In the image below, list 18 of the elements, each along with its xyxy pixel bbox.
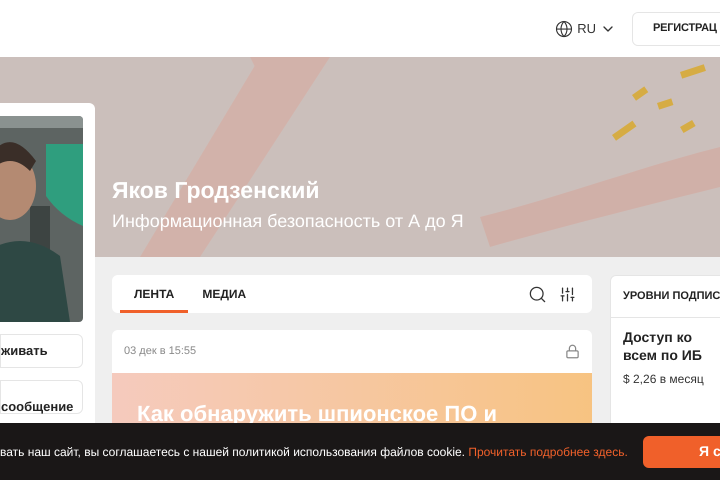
cookie-notice: вать наш сайт, вы соглашаетесь с нашей политикой использования файлов cookie. Прочитать подробнее здесь. xyxy=(0,444,628,460)
tier-price: $ 2,26 в месяц xyxy=(623,371,705,388)
cookie-policy-link[interactable]: Прочитать подробнее здесь. xyxy=(468,444,628,458)
message-button[interactable]: сообщение xyxy=(0,380,83,414)
tab[interactable]: ЛЕНТА xyxy=(120,275,188,313)
filter-icon[interactable] xyxy=(559,286,576,302)
register-button[interactable]: РЕГИСТРАЦ xyxy=(632,12,720,46)
subscription-title: УРОВНИ ПОДПИС xyxy=(611,276,720,318)
author-name: Яков Гродзенский xyxy=(112,179,321,202)
author-tagline: Информационная безопасность от А до Я xyxy=(112,212,464,230)
search-icon[interactable] xyxy=(528,284,547,304)
post-date: 03 дек в 15:55 xyxy=(124,344,196,360)
language-selector[interactable]: RU xyxy=(555,18,616,38)
post-title: Как обнаружить шпионское ПО и xyxy=(137,400,498,428)
tab[interactable]: МЕДИА xyxy=(188,275,260,313)
globe-icon xyxy=(555,20,574,38)
support-button[interactable]: живать xyxy=(0,334,83,368)
tier-name: Доступ ко всем по ИБ xyxy=(623,328,703,364)
